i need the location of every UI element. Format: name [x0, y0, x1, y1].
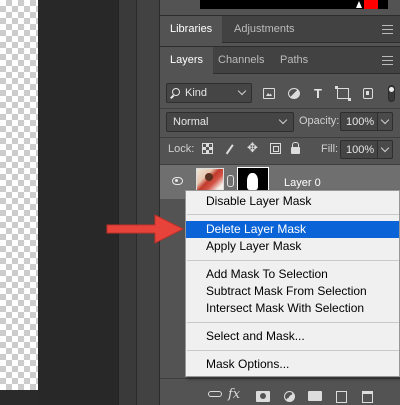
opacity-label: Opacity:: [299, 115, 340, 127]
filter-adjustment-layers-icon[interactable]: [288, 88, 300, 99]
layer-name[interactable]: Layer 0: [284, 177, 321, 189]
filter-smart-objects-icon[interactable]: [363, 88, 373, 99]
menu-item-delete-layer-mask[interactable]: Delete Layer Mask: [186, 221, 399, 238]
menu-item-select-and-mask[interactable]: Select and Mask...: [186, 328, 399, 345]
search-icon: [172, 88, 180, 96]
lock-artboard-icon[interactable]: [270, 143, 281, 154]
menu-item-apply-layer-mask[interactable]: Apply Layer Mask: [186, 238, 399, 255]
fill-label: Fill:: [321, 143, 339, 155]
filter-toggle-switch[interactable]: [388, 85, 395, 102]
transparency-checkerboard: [0, 0, 38, 390]
libraries-tab-bar: Libraries Adjustments: [160, 15, 400, 44]
lock-image-pixels-icon[interactable]: [223, 142, 234, 155]
opacity-dropdown-button[interactable]: [377, 112, 393, 131]
blend-mode-value: Normal: [173, 116, 209, 128]
divider: [160, 108, 400, 109]
fill-field[interactable]: 100%: [340, 140, 393, 159]
panel-menu-icon[interactable]: [382, 25, 393, 34]
eye-visibility-icon[interactable]: [172, 177, 183, 185]
lock-transparent-pixels-icon[interactable]: [202, 143, 213, 154]
mask-link-chain-icon[interactable]: [227, 175, 234, 187]
menu-separator: [187, 260, 399, 261]
menu-item-mask-options[interactable]: Mask Options...: [186, 356, 399, 373]
layers-bottom-toolbar: fx: [160, 378, 400, 405]
divider: [160, 137, 400, 138]
menu-separator: [187, 214, 399, 215]
new-adjustment-layer-icon[interactable]: [284, 391, 295, 402]
menu-separator: [187, 350, 399, 351]
filter-kind-dropdown[interactable]: Kind: [166, 83, 252, 103]
tab-layers[interactable]: Layers: [160, 47, 214, 75]
add-layer-style-icon[interactable]: fx: [228, 387, 240, 402]
menu-item-disable-layer-mask[interactable]: Disable Layer Mask: [186, 193, 399, 210]
menu-item-subtract-mask-from-selection[interactable]: Subtract Mask From Selection: [186, 283, 399, 300]
tab-paths[interactable]: Paths: [270, 47, 318, 74]
lock-all-icon[interactable]: [291, 142, 300, 154]
fill-dropdown-button[interactable]: [377, 140, 393, 159]
layer-mask-context-menu: Disable Layer Mask Delete Layer Mask App…: [185, 190, 400, 377]
chevron-down-icon: [380, 115, 390, 125]
red-arrow-annotation: [106, 214, 185, 244]
menu-item-add-mask-to-selection[interactable]: Add Mask To Selection: [186, 266, 399, 283]
chevron-down-icon: [380, 143, 390, 153]
lock-position-icon[interactable]: [247, 140, 259, 156]
add-layer-mask-icon[interactable]: [256, 391, 270, 402]
link-layers-icon[interactable]: [208, 391, 222, 397]
opacity-field[interactable]: 100%: [340, 112, 393, 131]
color-panel-remnant: [160, 0, 400, 15]
menu-separator: [187, 322, 399, 323]
tab-adjustments[interactable]: Adjustments: [224, 16, 305, 43]
chevron-down-icon: [237, 86, 247, 96]
fill-value: 100%: [346, 144, 375, 156]
new-group-folder-icon[interactable]: [308, 391, 322, 401]
lock-label: Lock:: [168, 143, 195, 155]
panel-dock-strip: [136, 0, 160, 405]
tab-channels[interactable]: Channels: [208, 47, 274, 74]
filter-pixel-layers-icon[interactable]: [263, 88, 275, 99]
vertical-scrollbar[interactable]: [118, 0, 136, 405]
color-swatch-red[interactable]: [364, 0, 378, 9]
chevron-down-icon: [278, 115, 288, 125]
layers-tab-bar: Layers Channels Paths: [160, 46, 400, 75]
new-layer-icon[interactable]: [336, 391, 347, 403]
pasteboard: [38, 0, 118, 405]
filter-type-layers-icon[interactable]: T: [312, 87, 324, 100]
delete-layer-trash-icon[interactable]: [362, 391, 373, 403]
blend-mode-dropdown[interactable]: Normal: [166, 112, 294, 132]
filter-kind-label: Kind: [185, 87, 208, 99]
opacity-value: 100%: [346, 116, 375, 128]
menu-item-intersect-mask-with-selection[interactable]: Intersect Mask With Selection: [186, 300, 399, 317]
filter-shape-layers-icon[interactable]: [335, 86, 351, 101]
tab-libraries[interactable]: Libraries: [160, 16, 223, 44]
layers-panel-menu-icon[interactable]: [382, 56, 393, 65]
